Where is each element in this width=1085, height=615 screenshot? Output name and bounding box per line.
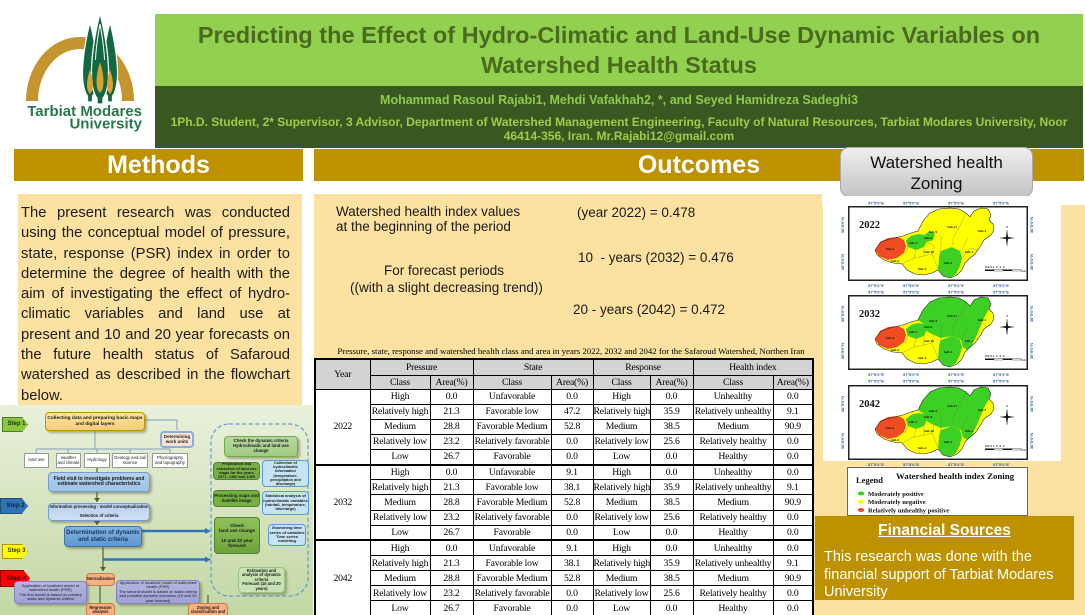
svg-text:Sub-10: Sub-10: [924, 429, 934, 433]
svg-text:Km: Km: [1022, 358, 1027, 362]
svg-text:57°5'0"E: 57°5'0"E: [948, 201, 964, 206]
svg-text:Sub-9: Sub-9: [929, 230, 938, 234]
svg-text:57°5'0"E: 57°5'0"E: [868, 372, 884, 377]
svg-text:36°5'0"N: 36°5'0"N: [1029, 433, 1034, 449]
svg-text:Sub-2: Sub-2: [965, 250, 974, 254]
svg-text:Sub-2: Sub-2: [965, 429, 974, 433]
svg-text:Sub-3: Sub-3: [944, 350, 953, 354]
svg-text:57°5'0"E: 57°5'0"E: [993, 201, 1009, 206]
svg-text:University: University: [69, 116, 142, 133]
svg-text:57°5'0"E: 57°5'0"E: [993, 283, 1009, 288]
svg-text:Sub-11: Sub-11: [947, 314, 957, 318]
svg-text:Sub-9: Sub-9: [929, 319, 938, 323]
svg-text:Sub-9: Sub-9: [929, 409, 938, 413]
svg-text:Sub-3: Sub-3: [944, 440, 953, 444]
svg-text:Sub-1: Sub-1: [909, 241, 918, 245]
svg-text:57°5'0"E: 57°5'0"E: [948, 290, 964, 295]
svg-text:Sub-8: Sub-8: [924, 325, 933, 329]
svg-text:Sub-8: Sub-8: [924, 236, 933, 240]
svg-text:57°5'0"E: 57°5'0"E: [903, 201, 919, 206]
svg-text:2042: 2042: [859, 399, 880, 410]
svg-text:36°5'0"N: 36°5'0"N: [840, 396, 845, 412]
svg-text:Sub-10: Sub-10: [924, 250, 934, 254]
svg-text:36°5'0"N: 36°5'0"N: [1029, 396, 1034, 412]
svg-text:Sub-4: Sub-4: [918, 356, 927, 360]
svg-text:Sub-11: Sub-11: [947, 404, 957, 408]
svg-text:57°5'0"E: 57°5'0"E: [903, 283, 919, 288]
svg-text:36°5'0"N: 36°5'0"N: [840, 254, 845, 270]
svg-text:0 0.5 1 2 3 4: 0 0.5 1 2 3 4: [985, 354, 1005, 358]
svg-text:0 0.5 1 2 3 4: 0 0.5 1 2 3 4: [985, 265, 1005, 269]
svg-text:Sub-11: Sub-11: [947, 225, 957, 229]
svg-text:Km: Km: [1022, 269, 1027, 273]
svg-text:Sub-4: Sub-4: [978, 318, 987, 322]
svg-text:2032: 2032: [859, 309, 880, 320]
svg-text:36°5'0"N: 36°5'0"N: [1029, 217, 1034, 233]
svg-text:57°5'0"E: 57°5'0"E: [993, 372, 1009, 377]
svg-text:Sub-4: Sub-4: [978, 408, 987, 412]
svg-text:57°5'0"E: 57°5'0"E: [903, 290, 919, 295]
svg-text:Sub-8: Sub-8: [924, 415, 933, 419]
svg-text:36°5'0"N: 36°5'0"N: [1029, 254, 1034, 270]
svg-text:36°5'0"N: 36°5'0"N: [840, 433, 845, 449]
svg-text:Sub-5: Sub-5: [891, 348, 900, 352]
svg-text:57°5'0"E: 57°5'0"E: [868, 283, 884, 288]
svg-text:Sub-4: Sub-4: [918, 446, 927, 450]
svg-text:36°5'0"N: 36°5'0"N: [1029, 306, 1034, 322]
svg-text:57°5'0"E: 57°5'0"E: [993, 379, 1009, 384]
svg-text:Km: Km: [1022, 448, 1027, 452]
svg-text:Sub-6: Sub-6: [886, 336, 895, 340]
svg-text:Sub-1: Sub-1: [909, 420, 918, 424]
svg-text:Moderately negative: Moderately negative: [868, 499, 926, 506]
svg-text:57°5'0"E: 57°5'0"E: [948, 372, 964, 377]
svg-text:57°5'0"E: 57°5'0"E: [948, 283, 964, 288]
svg-text:57°5'0"E: 57°5'0"E: [948, 379, 964, 384]
svg-text:57°5'0"E: 57°5'0"E: [868, 201, 884, 206]
svg-text:Sub-5: Sub-5: [891, 438, 900, 442]
svg-text:57°5'0"E: 57°5'0"E: [993, 290, 1009, 295]
svg-text:36°5'0"N: 36°5'0"N: [840, 306, 845, 322]
svg-text:Sub-1: Sub-1: [909, 330, 918, 334]
svg-text:36°5'0"N: 36°5'0"N: [840, 343, 845, 359]
svg-text:Sub-2: Sub-2: [965, 339, 974, 343]
svg-text:36°5'0"N: 36°5'0"N: [1029, 343, 1034, 359]
svg-text:Sub-4: Sub-4: [978, 229, 987, 233]
svg-text:57°5'0"E: 57°5'0"E: [868, 379, 884, 384]
svg-text:2022: 2022: [859, 220, 880, 231]
svg-text:Sub-3: Sub-3: [944, 261, 953, 265]
svg-text:Sub-5: Sub-5: [891, 259, 900, 263]
svg-text:Sub-6: Sub-6: [886, 247, 895, 251]
svg-text:57°5'0"E: 57°5'0"E: [903, 372, 919, 377]
svg-text:Relatively unhealthy positive: Relatively unhealthy positive: [868, 508, 949, 515]
svg-text:57°5'0"E: 57°5'0"E: [868, 290, 884, 295]
svg-text:Sub-4: Sub-4: [918, 267, 927, 271]
svg-text:36°5'0"N: 36°5'0"N: [840, 217, 845, 233]
svg-text:Moderately positive: Moderately positive: [868, 491, 924, 498]
svg-text:Sub-6: Sub-6: [886, 426, 895, 430]
svg-text:Sub-10: Sub-10: [924, 339, 934, 343]
svg-text:0 0.5 1 2 3 4: 0 0.5 1 2 3 4: [985, 444, 1005, 448]
svg-text:57°5'0"E: 57°5'0"E: [903, 379, 919, 384]
